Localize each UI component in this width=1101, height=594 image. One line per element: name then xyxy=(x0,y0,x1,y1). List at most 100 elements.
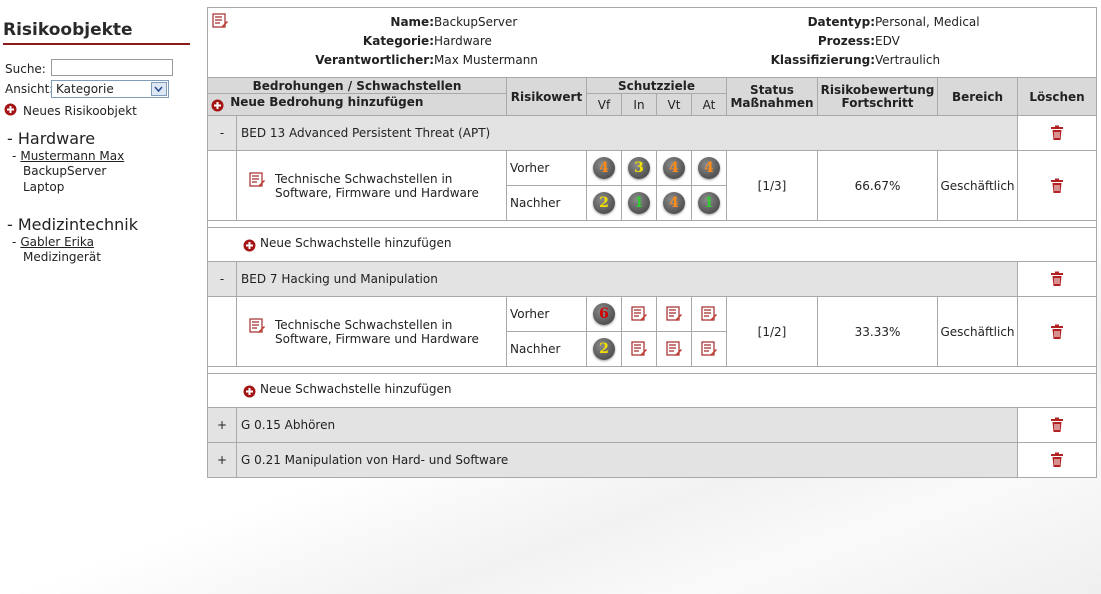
kategorie-label: Kategorie: xyxy=(362,34,434,48)
score-badge[interactable]: 4 xyxy=(593,157,615,179)
edit-goal-cell[interactable] xyxy=(656,331,692,367)
add-circle-icon xyxy=(243,238,256,252)
edit-icon[interactable] xyxy=(631,341,647,356)
threat-row: - BED 13 Advanced Persistent Threat (APT… xyxy=(207,115,1097,151)
score-cell: 4 xyxy=(656,150,692,186)
status-measures[interactable]: [1/3] xyxy=(726,150,818,221)
add-circle-icon xyxy=(211,98,228,112)
object-info-panel: Name: BackupServer Kategorie: Hardware V… xyxy=(207,7,1097,78)
new-threat-link[interactable]: Neue Bedrohung hinzufügen xyxy=(207,93,507,116)
person-item[interactable]: - Mustermann Max xyxy=(12,149,124,163)
edit-goal-cell[interactable] xyxy=(621,296,657,332)
kategorie-value: Hardware xyxy=(434,34,492,48)
edit-icon[interactable] xyxy=(701,341,717,356)
score-badge[interactable]: 4 xyxy=(663,192,685,214)
score-badge[interactable]: 4 xyxy=(663,157,685,179)
score-badge[interactable]: 2 xyxy=(593,192,615,214)
expand-toggle[interactable]: + xyxy=(207,442,237,478)
expand-toggle[interactable]: + xyxy=(207,407,237,443)
vulnerability-cell[interactable]: Technische Schwachstellen in Software, F… xyxy=(236,150,507,221)
delete-vulnerability-button[interactable] xyxy=(1017,296,1097,367)
new-object-link[interactable]: Neues Risikoobjekt xyxy=(4,102,137,118)
edit-icon[interactable] xyxy=(249,317,265,334)
score-cell: 1 xyxy=(691,185,727,221)
header-area: Bereich xyxy=(937,77,1018,116)
edit-icon[interactable] xyxy=(249,171,265,188)
category-medizintechnik[interactable]: - Medizintechnik xyxy=(7,215,138,234)
delete-vulnerability-button[interactable] xyxy=(1017,150,1097,221)
edit-goal-cell[interactable] xyxy=(656,296,692,332)
new-object-label: Neues Risikoobjekt xyxy=(23,104,137,118)
person-link[interactable]: Gabler Erika xyxy=(20,235,94,249)
risk-progress: 33.33% xyxy=(817,296,938,367)
person-item[interactable]: - Gabler Erika xyxy=(12,235,94,249)
status-measures[interactable]: [1/2] xyxy=(726,296,818,367)
person-link[interactable]: Mustermann Max xyxy=(20,149,124,163)
add-vulnerability-link[interactable]: Neue Schwachstelle hinzufügen xyxy=(207,227,1097,262)
threat-name[interactable]: BED 7 Hacking und Manipulation xyxy=(236,261,1018,297)
delete-threat-button[interactable] xyxy=(1017,442,1097,478)
trash-icon xyxy=(1050,417,1064,432)
score-badge[interactable]: 1 xyxy=(628,192,650,214)
score-badge[interactable]: 4 xyxy=(698,157,720,179)
search-input[interactable] xyxy=(51,59,173,76)
edit-icon[interactable] xyxy=(212,13,228,29)
threat-name[interactable]: G 0.15 Abhören xyxy=(236,407,1018,443)
header-delete: Löschen xyxy=(1017,77,1097,116)
view-label: Ansicht: xyxy=(5,82,54,96)
prozess-label: Prozess: xyxy=(817,34,875,48)
datentyp-label: Datentyp: xyxy=(807,15,875,29)
edit-icon[interactable] xyxy=(666,341,682,356)
object-item[interactable]: Laptop xyxy=(23,180,64,194)
score-cell: 1 xyxy=(621,185,657,221)
view-select[interactable]: Kategorie xyxy=(51,80,169,98)
name-value: BackupServer xyxy=(434,15,518,29)
risk-table-container: Bedrohungen / Schwachstellen Risikowert … xyxy=(207,77,1097,478)
phase-before: Vorher xyxy=(506,150,587,186)
spacer-row xyxy=(207,366,1097,374)
edit-icon[interactable] xyxy=(666,306,682,321)
spacer-row xyxy=(207,220,1097,228)
delete-threat-button[interactable] xyxy=(1017,261,1097,297)
header-risk-value: Risikowert xyxy=(506,77,587,116)
header-goal-in: In xyxy=(621,93,657,116)
score-badge[interactable]: 1 xyxy=(698,192,720,214)
header-threats: Bedrohungen / Schwachstellen xyxy=(207,77,507,94)
edit-goal-cell[interactable] xyxy=(691,331,727,367)
add-vulnerability-link[interactable]: Neue Schwachstelle hinzufügen xyxy=(207,373,1097,408)
object-item[interactable]: Medizingerät xyxy=(23,250,101,264)
edit-icon[interactable] xyxy=(631,306,647,321)
trash-icon xyxy=(1050,271,1064,286)
trash-icon xyxy=(1050,125,1064,140)
collapse-toggle[interactable]: - xyxy=(207,261,237,297)
edit-goal-cell[interactable] xyxy=(621,331,657,367)
edit-goal-cell[interactable] xyxy=(691,296,727,332)
score-badge[interactable]: 3 xyxy=(628,157,650,179)
score-badge[interactable]: 6 xyxy=(593,303,615,325)
phase-before: Vorher xyxy=(506,296,587,332)
name-label: Name: xyxy=(390,15,434,29)
delete-threat-button[interactable] xyxy=(1017,115,1097,151)
vulnerability-row: Technische Schwachstellen in Software, F… xyxy=(207,296,1097,367)
collapse-toggle[interactable]: - xyxy=(207,115,237,151)
indent-cell xyxy=(207,150,237,221)
score-cell: 4 xyxy=(656,185,692,221)
prozess-value: EDV xyxy=(875,34,900,48)
delete-threat-button[interactable] xyxy=(1017,407,1097,443)
add-vulnerability-label: Neue Schwachstelle hinzufügen xyxy=(260,235,452,250)
object-item[interactable]: BackupServer xyxy=(23,164,106,178)
vulnerability-cell[interactable]: Technische Schwachstellen in Software, F… xyxy=(236,296,507,367)
add-circle-icon xyxy=(4,102,17,116)
sidebar-title: Risikoobjekte xyxy=(3,20,190,45)
new-threat-label: Neue Bedrohung hinzufügen xyxy=(230,94,424,109)
chevron-down-icon[interactable] xyxy=(151,82,167,96)
threat-name[interactable]: BED 13 Advanced Persistent Threat (APT) xyxy=(236,115,1018,151)
threat-row: - BED 7 Hacking und Manipulation xyxy=(207,261,1097,297)
threat-name[interactable]: G 0.21 Manipulation von Hard- und Softwa… xyxy=(236,442,1018,478)
search-row: Suche: xyxy=(5,59,195,79)
category-hardware[interactable]: - Hardware xyxy=(7,129,95,148)
indent-cell xyxy=(207,296,237,367)
person-prefix: - xyxy=(12,235,17,249)
edit-icon[interactable] xyxy=(701,306,717,321)
score-badge[interactable]: 2 xyxy=(593,338,615,360)
